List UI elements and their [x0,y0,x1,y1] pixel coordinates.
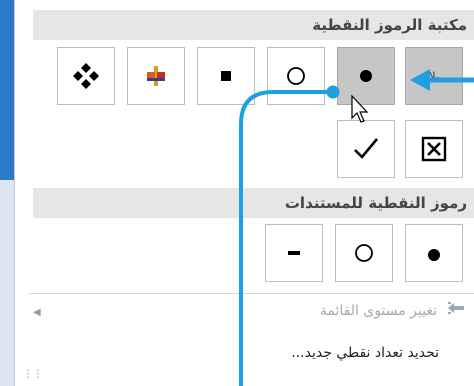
bullet-colored-cross-tile[interactable] [127,47,185,105]
bullet-library-dropdown: مكتبة الرموز النقطية بلا رموز النقطية لل… [14,0,474,386]
resize-grip-icon[interactable]: ⋮⋮ [23,369,43,380]
doc-bullet-filled-circle-tile[interactable] [405,224,463,282]
define-new-bullet-label: تحديد تعداد نقطي جديد... [291,345,439,361]
bullet-library-header: مكتبة الرموز النقطية [33,10,474,40]
checkmark-bullet-icon [354,138,378,159]
bullet-filled-square-tile[interactable] [197,47,255,105]
separator [29,293,474,294]
bullet-four-diamonds-tile[interactable] [57,47,115,105]
boxed-x-bullet-icon [421,136,447,162]
four-diamonds-bullet-icon [73,63,99,89]
hollow-circle-bullet-icon [287,67,305,85]
bullet-none-label: بلا [429,69,439,83]
dash-bullet-icon [288,251,300,255]
bullet-boxed-x-tile[interactable] [405,120,463,178]
list-level-icon [445,296,465,326]
bullet-hollow-circle-tile[interactable] [267,47,325,105]
hollow-circle-bullet-icon [355,244,373,262]
change-list-level-item[interactable]: تغيير مستوى القائمة [15,296,474,326]
change-list-level-label: تغيير مستوى القائمة [319,303,437,319]
bullet-checkmark-tile[interactable] [337,120,395,178]
background-window [0,0,14,386]
define-new-bullet-item[interactable]: تحديد تعداد نقطي جديد... [15,338,474,368]
doc-bullet-dash-tile[interactable] [265,224,323,282]
bullet-none-tile[interactable]: بلا [405,47,463,105]
colored-cross-bullet-icon [147,66,165,86]
bullet-filled-circle-tile[interactable] [337,47,395,105]
filled-circle-bullet-icon [428,249,440,261]
filled-square-bullet-icon [221,71,231,81]
filled-circle-bullet-icon [360,70,372,82]
doc-bullet-hollow-circle-tile[interactable] [335,224,393,282]
document-bullets-header: رموز النقطية للمستندات [33,188,474,218]
